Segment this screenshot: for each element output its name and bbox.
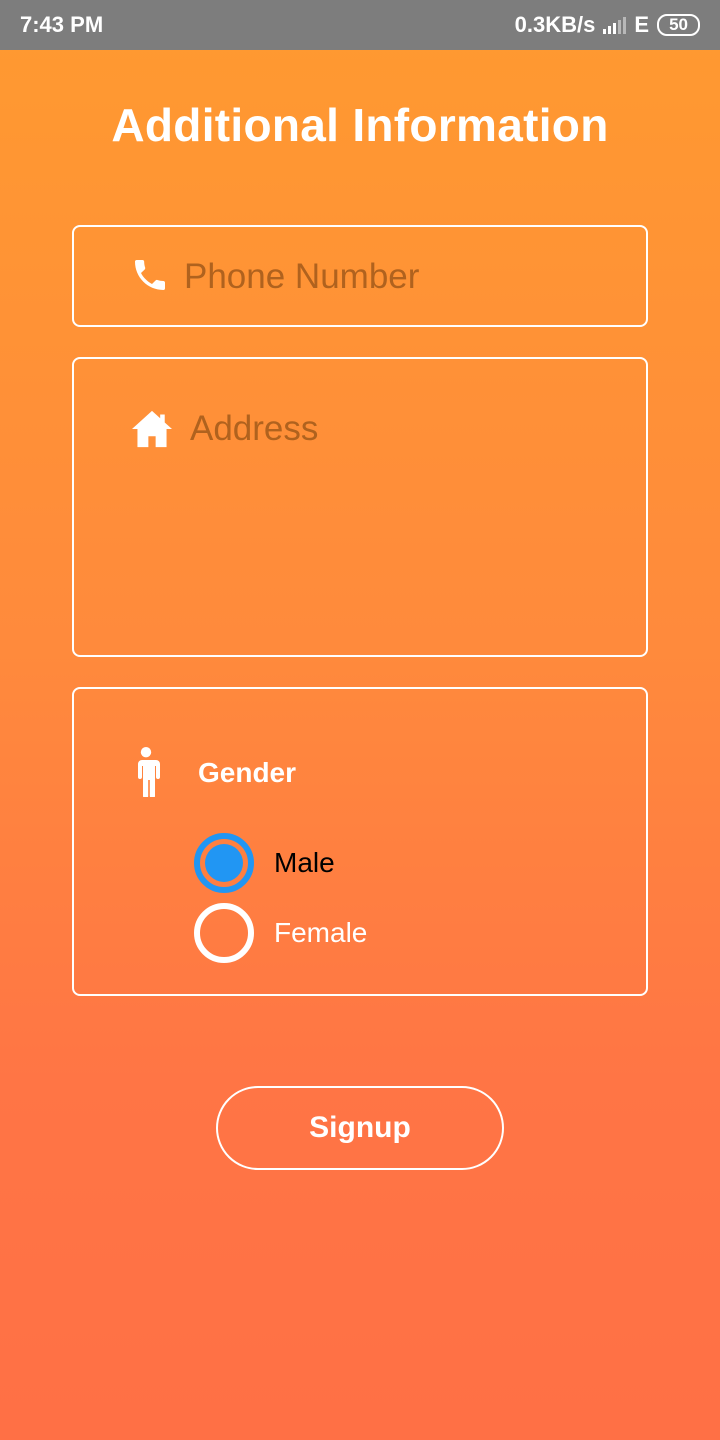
radio-button-male[interactable] bbox=[194, 833, 254, 893]
radio-button-female[interactable] bbox=[194, 903, 254, 963]
address-field[interactable]: Address bbox=[72, 357, 648, 657]
address-placeholder: Address bbox=[190, 409, 319, 448]
gender-label: Gender bbox=[198, 757, 297, 788]
person-icon bbox=[136, 747, 160, 797]
radio-option-female[interactable]: Female bbox=[194, 903, 367, 963]
page-title: Additional Information bbox=[111, 99, 609, 151]
status-bar: 7:43 PM 0.3KB/s E 50 bbox=[0, 0, 720, 50]
radio-label-male[interactable]: Male bbox=[274, 847, 335, 879]
gender-group: Gender Male Female bbox=[72, 687, 648, 996]
status-time: 7:43 PM bbox=[20, 12, 104, 37]
status-indicators: 0.3KB/s E 50 bbox=[515, 12, 700, 38]
radio-option-male[interactable]: Male bbox=[194, 833, 335, 893]
battery-icon: 50 bbox=[657, 14, 700, 36]
phone-number-placeholder: Phone Number bbox=[184, 257, 420, 296]
signal-icon bbox=[603, 16, 627, 34]
network-speed: 0.3KB/s bbox=[514, 12, 596, 37]
signup-button[interactable]: Signup bbox=[216, 1086, 504, 1170]
network-type: E bbox=[634, 12, 650, 37]
phone-number-field[interactable]: Phone Number bbox=[72, 225, 648, 327]
phone-icon bbox=[135, 260, 165, 290]
home-icon bbox=[132, 410, 172, 448]
battery-level: 50 bbox=[669, 15, 688, 34]
radio-label-female[interactable]: Female bbox=[274, 917, 367, 949]
